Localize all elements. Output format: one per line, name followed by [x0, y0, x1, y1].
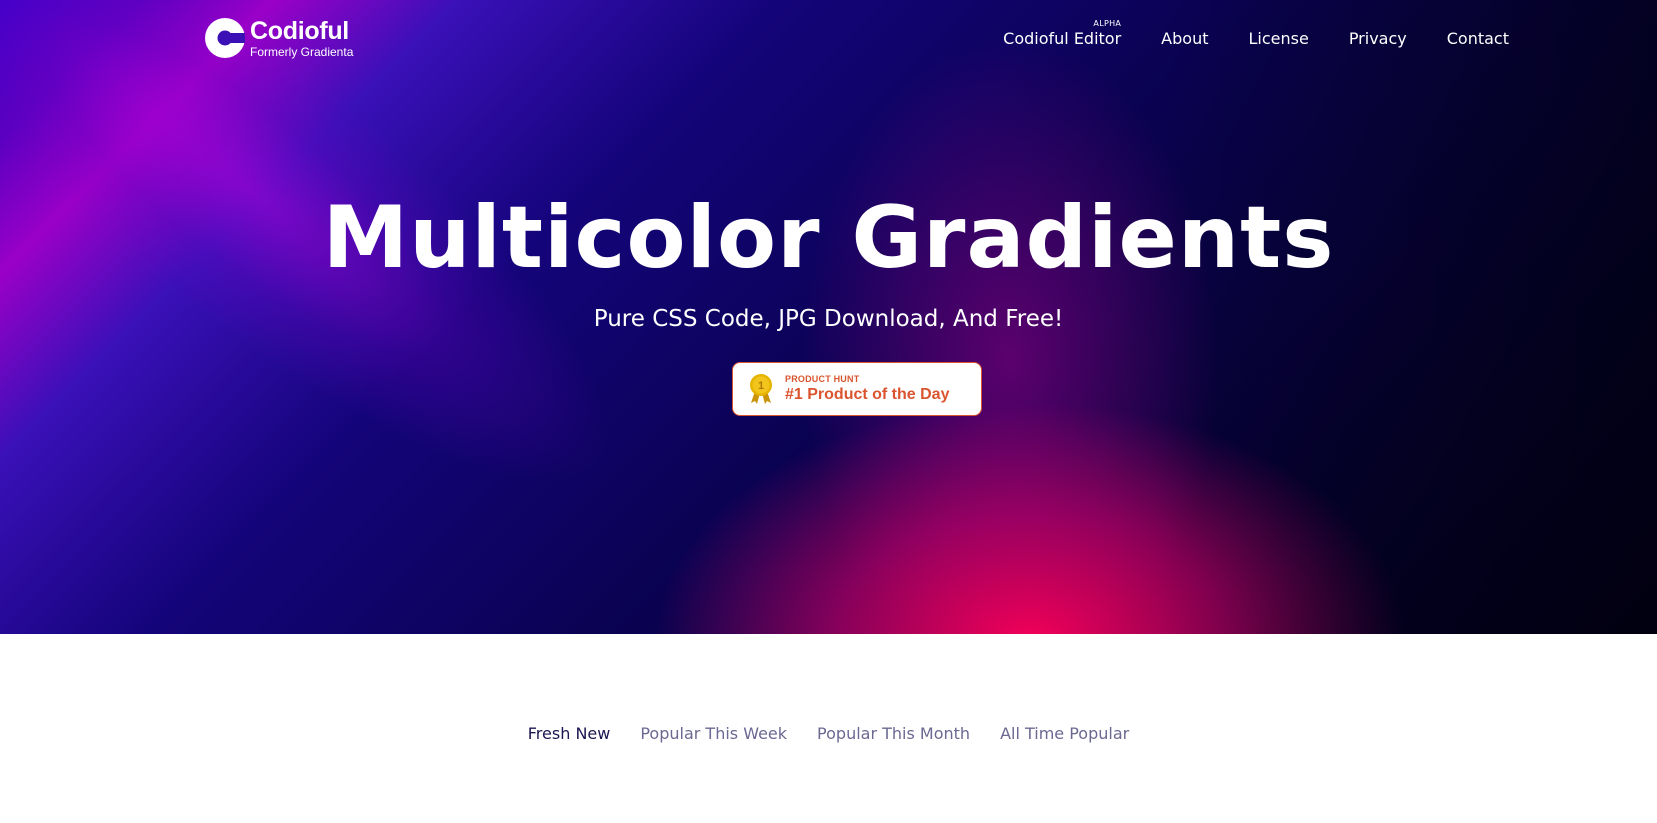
tab-fresh-new[interactable]: Fresh New [528, 724, 611, 743]
nav-item-privacy[interactable]: Privacy [1349, 29, 1407, 48]
nav-item-contact[interactable]: Contact [1447, 29, 1509, 48]
product-hunt-label: PRODUCT HUNT [785, 374, 860, 384]
nav-item-codioful-editor[interactable]: ALPHA Codioful Editor [1003, 19, 1122, 48]
gradient-filter-tabs: Fresh New Popular This Week Popular This… [0, 724, 1657, 743]
hero-subtitle: Pure CSS Code, JPG Download, And Free! [593, 306, 1064, 332]
nav-item-about[interactable]: About [1161, 29, 1208, 48]
codioful-logo-icon [205, 18, 245, 58]
alpha-badge: ALPHA [1093, 19, 1122, 28]
medal-number: 1 [758, 380, 764, 392]
nav-item-label: Codioful Editor [1003, 29, 1122, 48]
hero-title: Multicolor Gradients [322, 188, 1335, 288]
brand-name: Codioful [250, 16, 349, 45]
main-nav: ALPHA Codioful Editor About License Priv… [1003, 19, 1509, 48]
tab-popular-this-week[interactable]: Popular This Week [640, 724, 787, 743]
product-of-the-day-label: #1 Product of the Day [785, 386, 950, 403]
medal-icon: 1 [750, 374, 772, 404]
logo[interactable]: Codioful Formerly Gradienta [205, 18, 353, 58]
brand-tagline: Formerly Gradienta [250, 44, 354, 59]
product-hunt-badge[interactable]: 1 PRODUCT HUNT #1 Product of the Day [732, 362, 982, 416]
tab-popular-this-month[interactable]: Popular This Month [817, 724, 970, 743]
tab-all-time-popular[interactable]: All Time Popular [1000, 724, 1129, 743]
nav-item-license[interactable]: License [1248, 29, 1308, 48]
